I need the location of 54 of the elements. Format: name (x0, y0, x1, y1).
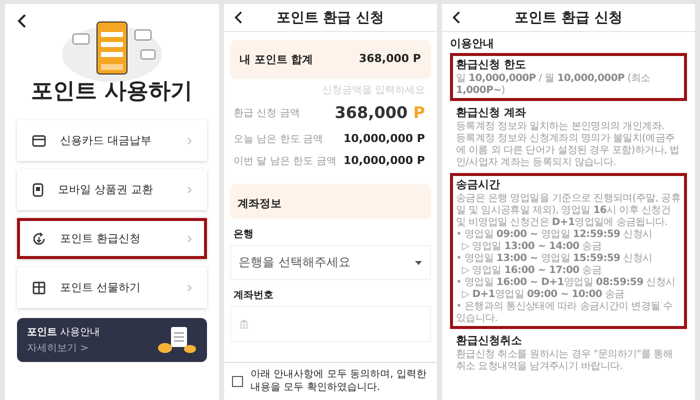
back-icon[interactable] (17, 14, 27, 28)
menu-item[interactable]: 모바일 상품권 교환 (17, 169, 207, 210)
field-label: 계좌번호 (234, 289, 274, 302)
chevron-icon (186, 186, 192, 194)
guide-text: • 영업일 13:00 ~ 영업일 15:59:59 신청시 (456, 253, 654, 265)
refund-icon (32, 232, 46, 246)
field-label: 은행 (234, 228, 254, 241)
card-icon (32, 134, 46, 146)
agree-checkbox[interactable] (232, 376, 243, 387)
screen-title: 포인트 환급 신청 (514, 8, 624, 26)
limit-label: 이번 달 남은 한도 금액 (234, 155, 336, 168)
refund-amount-label: 환급 신청 금액 (234, 107, 300, 121)
points-total-card: 내 포인트 합계 368,000 P (230, 40, 431, 79)
guide-text: • 영업일 09:00 ~ 영업일 12:59:59 신청시 (456, 229, 654, 241)
guide-text: 등록계정 정보와 신청계좌의 명의가 불일치(예금주에 이름 외 다른 단어가 설정된 경우 포함)하거나, 법인/사업자 계좌는 등록되지 않습니다. (456, 133, 680, 169)
guide-text: 환급신청 취소를 원하시는 경우 "문의하기"를 통해 취소 요청내역을 남겨주시기 바랍니다. (456, 349, 674, 373)
chevron-icon (186, 234, 192, 242)
guide-text: 등록계정 정보와 일치하는 본인명의의 개인계좌. (456, 121, 666, 133)
section-title: 송금시간 (456, 177, 501, 192)
guide-heading: 이용안내 (450, 36, 495, 51)
menu-item[interactable]: 포인트 환급신청 (17, 218, 207, 259)
guide-text: 송금은 은행 영업일을 기준으로 진행되며(주말, 공휴일 및 임시공휴일 제외), 영업일 16시 이후 신청건 및 비영업일 신청건은 D+1영업일에 송금됩니다. (456, 193, 682, 229)
banner-title: 포인트 사용안내 (27, 326, 100, 339)
section-title: 환급신청취소 (456, 333, 523, 348)
back-icon[interactable] (234, 11, 243, 24)
banner-link[interactable]: 자세히보기 > (27, 341, 100, 355)
bank-select[interactable]: 은행을 선택해주세요 (230, 245, 431, 280)
caret-icon (414, 260, 422, 264)
guide-text: • 영업일 16:00 ~ D+1영업일 08:59:59 신청시 (456, 277, 676, 289)
menu-item[interactable]: 신용카드 대금납부 (17, 120, 207, 161)
agree-text: 아래 안내사항에 모두 동의하며, 입력한 내용을 모두 확인하였습니다. (250, 369, 428, 394)
page-title: 포인트 사용하기 (30, 78, 193, 106)
guide-text: • 은행과의 통신상태에 따라 송금시간이 변경될 수 있습니다. (456, 301, 674, 325)
screen-title: 포인트 환급 신청 (275, 8, 386, 26)
menu-item[interactable]: 포인트 선물하기 (17, 267, 207, 308)
section-title: 환급신청 계좌 (456, 105, 527, 120)
guide-text: ▷ D+1영업일 09:00 ~ 10:00 송금 (460, 289, 626, 301)
section-title: 환급신청 한도 (456, 57, 527, 72)
limit-value: 10,000,000 P (343, 154, 425, 168)
guide-text: ▷ 영업일 13:00 ~ 14:00 송금 (460, 241, 603, 253)
gift-icon (32, 280, 46, 294)
guide-banner[interactable]: 포인트 사용안내 자세히보기 > (17, 318, 207, 362)
limit-value: 10,000,000 P (343, 132, 425, 146)
section-header: 계좌정보 (230, 184, 431, 219)
phone-icon (32, 182, 44, 196)
chevron-icon (186, 136, 192, 144)
guide-text: 일 10,000,000P / 월 10,000,000P (최소 1,000P~) (456, 73, 652, 97)
limit-label: 오늘 남은 한도 금액 (234, 133, 324, 146)
account-number-field[interactable] (230, 306, 431, 342)
bank-icon (238, 319, 249, 329)
notepad-coins-drawing (156, 326, 197, 354)
guide-text: ▷ 영업일 16:00 ~ 17:00 송금 (460, 265, 603, 277)
back-icon[interactable] (452, 11, 461, 24)
chevron-icon (186, 284, 192, 292)
